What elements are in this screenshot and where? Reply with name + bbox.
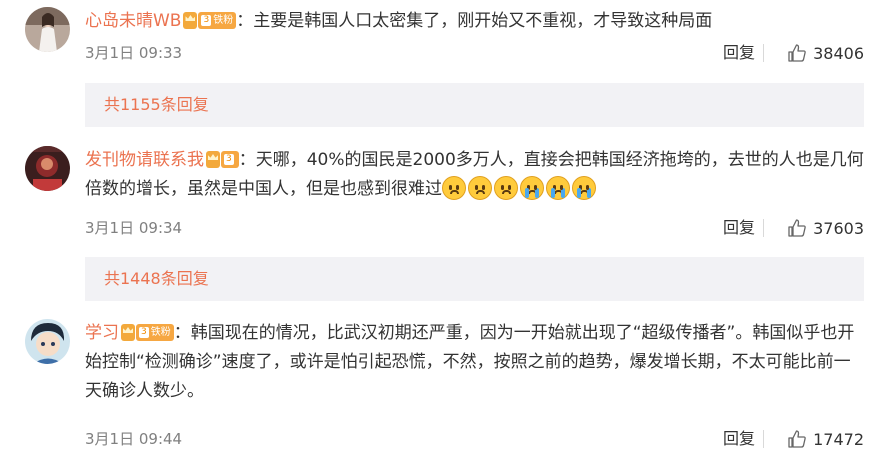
crown-icon xyxy=(121,324,135,341)
avatar[interactable] xyxy=(25,319,70,364)
comment-time: 3月1日 09:44 xyxy=(85,430,183,448)
comment-body: 发刊物请联系我 3 ：天哪，40%的国民是2000多万人，直接会把韩国经济拖垮的，去… xyxy=(85,146,864,204)
like-count: 38406 xyxy=(813,43,864,63)
like-count: 37603 xyxy=(813,218,864,238)
fan-badge[interactable]: 3 铁粉 xyxy=(183,12,237,29)
badge-label: 铁粉 xyxy=(213,15,234,26)
comment-time: 3月1日 09:34 xyxy=(85,219,183,237)
thumbs-up-icon xyxy=(788,44,806,62)
comment-meta: 3月1日 09:33 回复 38406 xyxy=(85,41,864,65)
thumbs-up-icon xyxy=(788,219,806,237)
reply-button[interactable]: 回复 xyxy=(723,427,755,451)
divider xyxy=(763,430,764,448)
emoji-row xyxy=(442,176,598,200)
view-replies-link[interactable]: 共1448条回复 xyxy=(104,257,209,301)
crying-face-icon xyxy=(546,176,570,200)
divider xyxy=(763,219,764,237)
fan-badge[interactable]: 3 xyxy=(206,151,239,168)
replies-box: 共1448条回复 xyxy=(85,257,864,301)
divider xyxy=(763,44,764,62)
thumbs-up-icon xyxy=(788,430,806,448)
avatar[interactable] xyxy=(25,146,70,191)
username-link[interactable]: 发刊物请联系我 xyxy=(85,150,204,170)
replies-box: 共1155条回复 xyxy=(85,83,864,127)
crying-face-icon xyxy=(520,176,544,200)
comment-meta: 3月1日 09:44 回复 17472 xyxy=(85,427,864,451)
fan-badge[interactable]: 3 铁粉 xyxy=(121,324,174,341)
reply-button[interactable]: 回复 xyxy=(723,41,755,65)
comment-meta: 3月1日 09:34 回复 37603 xyxy=(85,216,864,240)
like-button[interactable]: 38406 xyxy=(787,41,864,65)
level-icon: 3 xyxy=(201,15,212,26)
crying-face-icon xyxy=(572,176,596,200)
like-button[interactable]: 17472 xyxy=(787,427,864,451)
reply-button[interactable]: 回复 xyxy=(723,216,755,240)
like-button[interactable]: 37603 xyxy=(787,216,864,240)
crown-icon xyxy=(183,12,198,29)
level-icon: 3 xyxy=(224,154,234,165)
sad-face-icon xyxy=(494,176,518,200)
username-link[interactable]: 学习 xyxy=(85,323,119,343)
sad-face-icon xyxy=(468,176,492,200)
comment-time: 3月1日 09:33 xyxy=(85,44,183,62)
like-count: 17472 xyxy=(813,429,864,449)
sad-face-icon xyxy=(442,176,466,200)
crown-icon xyxy=(206,151,220,168)
username-link[interactable]: 心岛未晴WB xyxy=(85,11,181,31)
comment-text: ：主要是韩国人口太密集了，刚开始又不重视，才导致这种局面 xyxy=(236,11,713,31)
avatar[interactable] xyxy=(25,7,70,52)
comment-text: ：韩国现在的情况，比武汉初期还严重，因为一开始就出现了“超级传播者”。韩国似乎也… xyxy=(85,323,855,401)
comment-body: 心岛未晴WB 3 铁粉 ：主要是韩国人口太密集了，刚开始又不重视，才导致这种局面 xyxy=(85,7,864,36)
comment-body: 学习 3 铁粉 ：韩国现在的情况，比武汉初期还严重，因为一开始就出现了“超级传播者”。… xyxy=(85,319,864,406)
view-replies-link[interactable]: 共1155条回复 xyxy=(104,83,209,127)
badge-label: 铁粉 xyxy=(150,327,171,338)
level-icon: 3 xyxy=(139,327,149,338)
